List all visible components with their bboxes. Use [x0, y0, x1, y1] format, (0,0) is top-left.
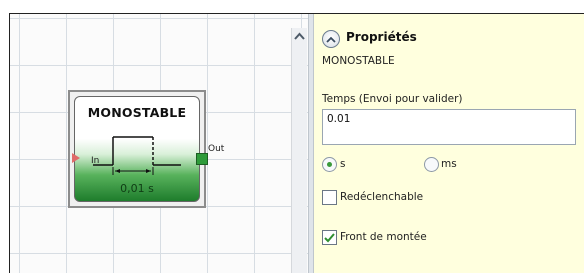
monostable-block-selection[interactable]: MONOSTABLE In 0,01 s [68, 90, 206, 208]
properties-panel: Propriétés MONOSTABLE Temps (Envoi pour … [314, 14, 584, 273]
input-port-icon[interactable] [72, 153, 80, 163]
output-port-label: Out [208, 144, 225, 154]
pulse-timing-icon [93, 136, 181, 175]
collapse-up-icon [326, 36, 336, 43]
vertical-scrollbar[interactable] [291, 28, 307, 273]
unit-s-label: s [340, 158, 346, 170]
check-icon [324, 233, 335, 243]
unit-s-radio[interactable] [322, 157, 337, 172]
time-field-label: Temps (Envoi pour valider) [322, 93, 463, 105]
block-time-value: 0,01 s [120, 182, 154, 195]
collapse-button[interactable] [322, 30, 340, 48]
block-title: MONOSTABLE [87, 105, 187, 120]
rising-edge-label: Front de montée [340, 231, 427, 243]
retriggerable-label: Redéclenchable [340, 191, 424, 203]
input-port-label: In [91, 156, 100, 166]
scroll-up-button[interactable] [292, 28, 307, 44]
monostable-block[interactable]: MONOSTABLE In 0,01 s [74, 96, 200, 202]
logic-canvas[interactable]: MONOSTABLE In 0,01 s Out [10, 14, 308, 273]
block-name-label: MONOSTABLE [322, 55, 395, 67]
unit-ms-radio[interactable] [424, 157, 439, 172]
retriggerable-checkbox[interactable] [322, 190, 337, 205]
unit-ms-label: ms [441, 158, 457, 170]
output-port-icon[interactable] [196, 153, 208, 165]
rising-edge-checkbox[interactable] [322, 230, 337, 245]
properties-title: Propriétés [346, 30, 417, 44]
chevron-up-icon [294, 32, 305, 40]
editor-frame: MONOSTABLE In 0,01 s Out Propriétés MONO… [9, 13, 584, 273]
time-input[interactable]: 0.01 [322, 109, 576, 145]
